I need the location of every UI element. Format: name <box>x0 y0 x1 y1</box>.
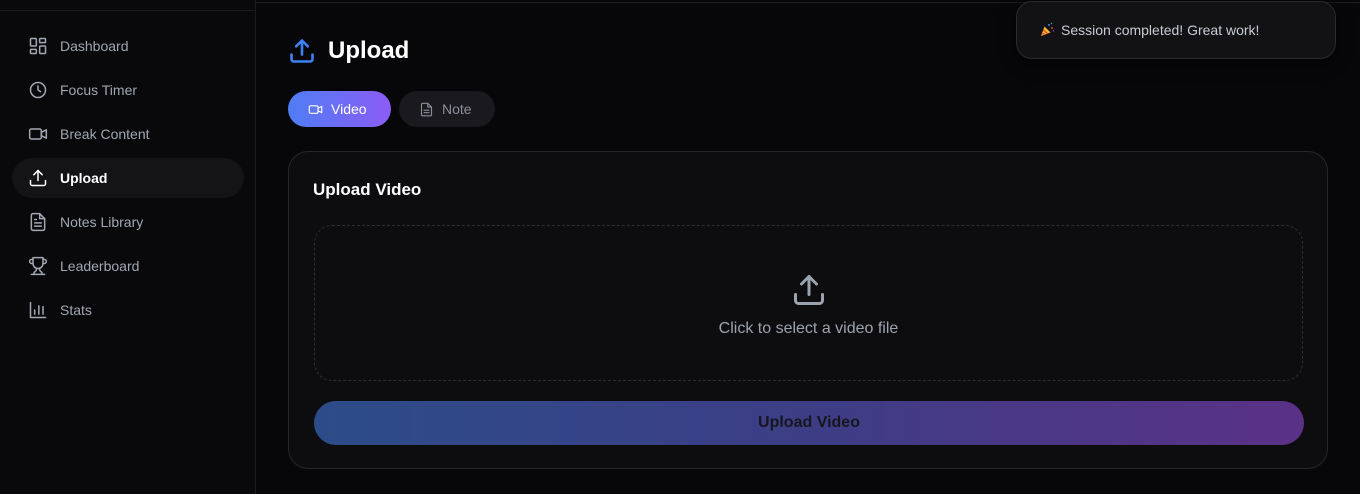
app-root: Dashboard Focus Timer Break Content Uplo… <box>0 0 1360 494</box>
upload-icon <box>28 168 48 188</box>
toast-notification: Session completed! Great work! <box>1016 1 1336 59</box>
sidebar-item-stats[interactable]: Stats <box>12 290 244 330</box>
video-icon <box>28 124 48 144</box>
sidebar: Dashboard Focus Timer Break Content Uplo… <box>0 0 256 494</box>
dropzone-text: Click to select a video file <box>718 320 899 337</box>
clock-icon <box>28 80 48 100</box>
tab-note[interactable]: Note <box>399 91 495 127</box>
sidebar-item-label: Upload <box>60 170 108 186</box>
sidebar-item-break-content[interactable]: Break Content <box>12 114 244 154</box>
upload-icon <box>793 275 824 305</box>
sidebar-item-label: Notes Library <box>60 214 144 230</box>
file-text-icon <box>28 212 48 232</box>
sidebar-item-upload[interactable]: Upload <box>12 158 244 198</box>
tab-video[interactable]: Video <box>288 91 391 127</box>
page-title: Upload <box>328 37 410 64</box>
upload-video-card: Upload Video Click to select a video fil… <box>288 151 1328 469</box>
sidebar-item-label: Leaderboard <box>60 258 140 274</box>
sidebar-item-label: Break Content <box>60 126 150 142</box>
sidebar-item-label: Focus Timer <box>60 82 138 98</box>
sidebar-item-label: Stats <box>60 302 92 318</box>
sidebar-item-leaderboard[interactable]: Leaderboard <box>12 246 244 286</box>
party-popper-icon <box>1039 22 1055 38</box>
sidebar-divider <box>0 10 255 11</box>
toast-message: Session completed! Great work! <box>1061 22 1260 38</box>
page-header: Upload <box>288 36 409 66</box>
video-icon <box>308 104 323 114</box>
file-text-icon <box>420 102 433 116</box>
upload-video-button[interactable]: Upload Video <box>314 401 1304 445</box>
tab-label: Video <box>331 101 367 117</box>
layout-grid-icon <box>28 36 48 56</box>
bar-chart-icon <box>28 300 48 320</box>
trophy-icon <box>28 256 48 276</box>
upload-type-tabs: Video Note <box>288 91 503 127</box>
video-file-dropzone[interactable]: Click to select a video file <box>314 225 1303 381</box>
upload-icon <box>290 39 314 63</box>
sidebar-nav: Dashboard Focus Timer Break Content Uplo… <box>12 26 244 334</box>
sidebar-item-notes-library[interactable]: Notes Library <box>12 202 244 242</box>
card-title: Upload Video <box>313 180 422 199</box>
sidebar-item-dashboard[interactable]: Dashboard <box>12 26 244 66</box>
sidebar-item-focus-timer[interactable]: Focus Timer <box>12 70 244 110</box>
sidebar-item-label: Dashboard <box>60 38 129 54</box>
tab-label: Note <box>442 101 472 117</box>
